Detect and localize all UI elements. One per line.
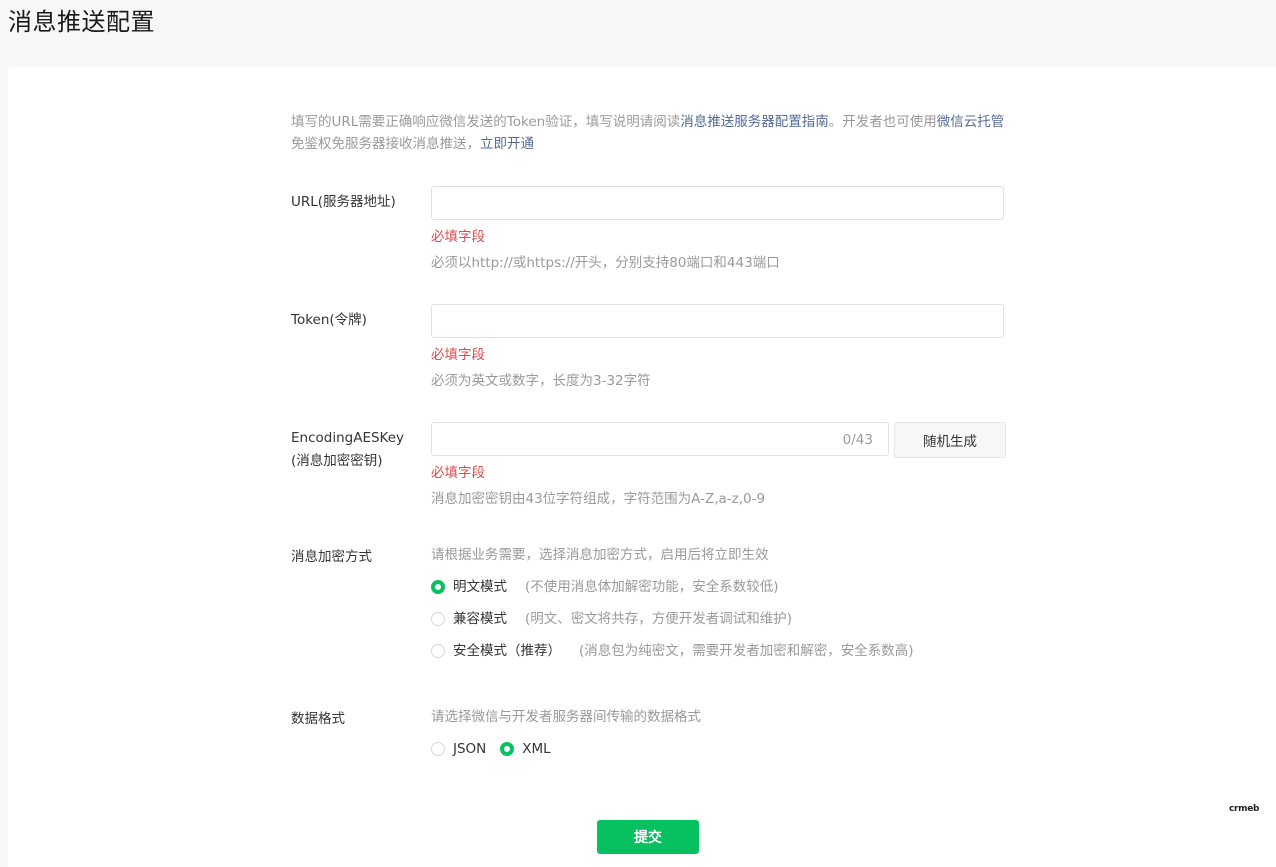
cloud-hosting-link[interactable]: 微信云托管 [937,114,1005,130]
intro-text-part3: 免鉴权免服务器接收消息推送， [291,136,480,152]
radio-checked-icon[interactable] [431,580,445,594]
token-error: 必填字段 [431,347,485,363]
url-label: URL(服务器地址) [291,194,396,210]
format-option-xml[interactable]: XML [500,738,551,760]
random-generate-button[interactable]: 随机生成 [894,422,1006,458]
aes-key-error: 必填字段 [431,465,485,481]
encrypt-mode-hint: 请根据业务需要，选择消息加密方式，启用后将立即生效 [431,547,769,563]
aes-key-input[interactable] [431,422,889,456]
url-input[interactable] [431,186,1004,220]
radio-unchecked-icon[interactable] [431,612,445,626]
encrypt-option-plain[interactable]: 明文模式 (不使用消息体加解密功能，安全系数较低) [431,576,779,598]
encrypt-option-desc: (明文、密文将共存，方便开发者调试和维护) [525,611,793,627]
encrypt-option-secure[interactable]: 安全模式（推荐） (消息包为纯密文，需要开发者加密和解密，安全系数高) [431,640,914,662]
format-option-label: JSON [453,741,487,757]
intro-text-part1: 填写的URL需要正确响应微信发送的Token验证，填写说明请阅读 [291,114,681,130]
encrypt-option-desc: (消息包为纯密文，需要开发者加密和解密，安全系数高) [579,643,914,659]
radio-unchecked-icon[interactable] [431,644,445,658]
aes-key-label: EncodingAESKey [291,430,405,446]
encrypt-option-label: 安全模式（推荐） [453,643,561,659]
page-title: 消息推送配置 [8,8,155,36]
config-card: 填写的URL需要正确响应微信发送的Token验证，填写说明请阅读消息推送服务器配… [8,67,1276,867]
url-hint: 必须以http://或https://开头，分别支持80端口和443端口 [431,255,780,271]
submit-button[interactable]: 提交 [597,820,699,854]
aes-key-sublabel: (消息加密密钥) [291,453,383,469]
aes-key-counter: 0/43 [842,432,873,448]
format-option-json[interactable]: JSON [431,738,486,760]
data-format-options: JSON XML [431,738,565,760]
encrypt-option-label: 明文模式 [453,579,507,595]
intro-text-part2: 。开发者也可使用 [828,114,937,130]
url-error: 必填字段 [431,229,485,245]
radio-unchecked-icon[interactable] [431,742,445,756]
format-option-label: XML [522,741,551,757]
intro-text: 填写的URL需要正确响应微信发送的Token验证，填写说明请阅读消息推送服务器配… [291,111,1011,155]
encrypt-option-compatible[interactable]: 兼容模式 (明文、密文将共存，方便开发者调试和维护) [431,608,792,630]
watermark-logo: crmeb [1229,804,1260,814]
aes-key-hint: 消息加密密钥由43位字符组成，字符范围为A-Z,a-z,0-9 [431,491,766,507]
token-input[interactable] [431,304,1004,338]
data-format-label: 数据格式 [291,711,345,727]
encrypt-mode-label: 消息加密方式 [291,549,372,565]
activate-now-link[interactable]: 立即开通 [480,136,534,152]
guide-link[interactable]: 消息推送服务器配置指南 [680,114,829,130]
encrypt-option-label: 兼容模式 [453,611,507,627]
token-hint: 必须为英文或数字，长度为3-32字符 [431,373,651,389]
data-format-hint: 请选择微信与开发者服务器间传输的数据格式 [431,709,701,725]
encrypt-option-desc: (不使用消息体加解密功能，安全系数较低) [525,579,779,595]
token-label: Token(令牌) [291,312,367,328]
radio-checked-icon[interactable] [500,742,515,756]
